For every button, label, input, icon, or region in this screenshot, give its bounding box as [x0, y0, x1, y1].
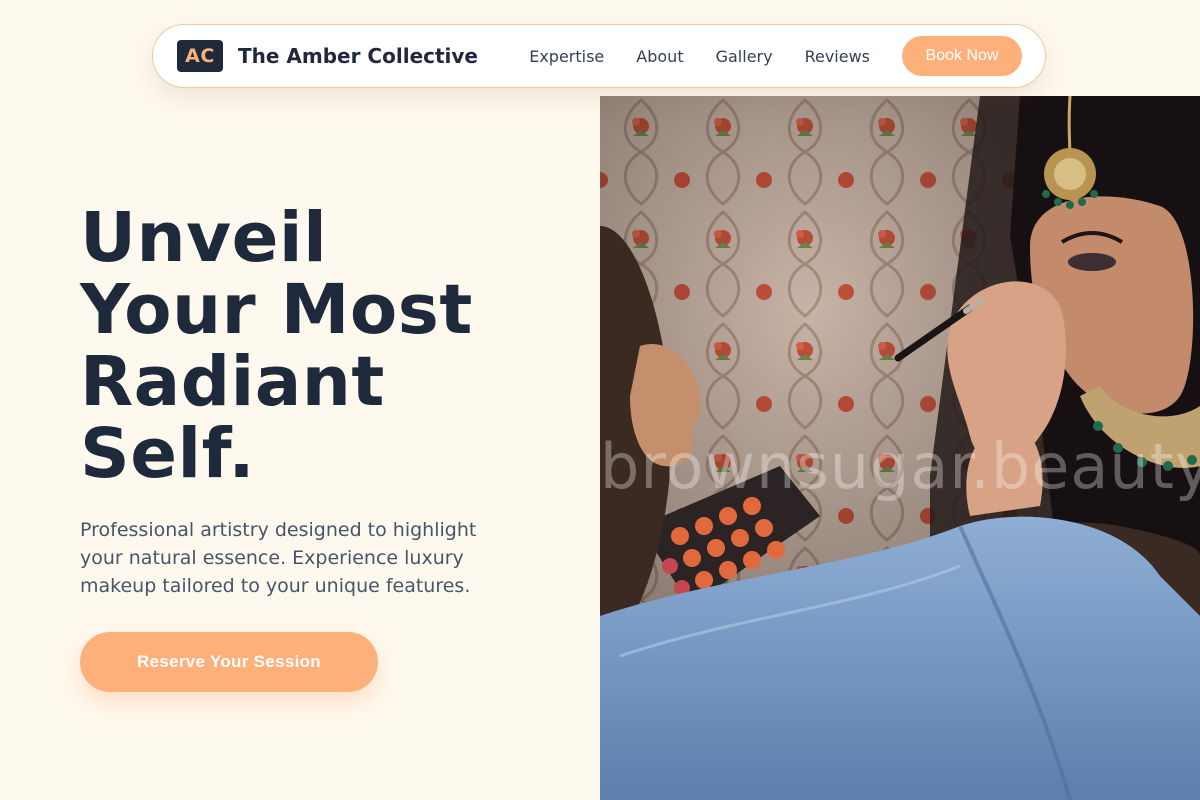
hero-subtitle: Professional artistry designed to highli… — [80, 519, 477, 597]
nav-link-expertise[interactable]: Expertise — [529, 47, 604, 66]
book-now-button[interactable]: Book Now — [902, 36, 1022, 76]
logo-initials: AC — [185, 45, 215, 67]
brand-name[interactable]: The Amber Collective — [238, 44, 478, 68]
reserve-session-button[interactable]: Reserve Your Session — [80, 632, 378, 692]
hero-title-line: Self. — [80, 414, 256, 494]
hero-photo-makeup-artist: brownsugar.beauty — [600, 96, 1200, 800]
image-watermark: brownsugar.beauty — [600, 430, 1200, 503]
top-navbar: AC The Amber Collective Expertise About … — [152, 24, 1046, 88]
nav-link-gallery[interactable]: Gallery — [716, 47, 773, 66]
nav-link-reviews[interactable]: Reviews — [805, 47, 870, 66]
nav-link-about[interactable]: About — [636, 47, 683, 66]
hero-title-line: Unveil — [80, 198, 328, 278]
hero-title-line: Your Most — [80, 270, 473, 350]
nav-links: Expertise About Gallery Reviews Book Now — [529, 36, 1022, 76]
hero-title-line: Radiant — [80, 342, 385, 422]
logo-mark[interactable]: AC — [177, 40, 223, 72]
landing-page: AC The Amber Collective Expertise About … — [0, 0, 1200, 800]
hero-title: Unveil Your Most Radiant Self. — [80, 202, 560, 490]
